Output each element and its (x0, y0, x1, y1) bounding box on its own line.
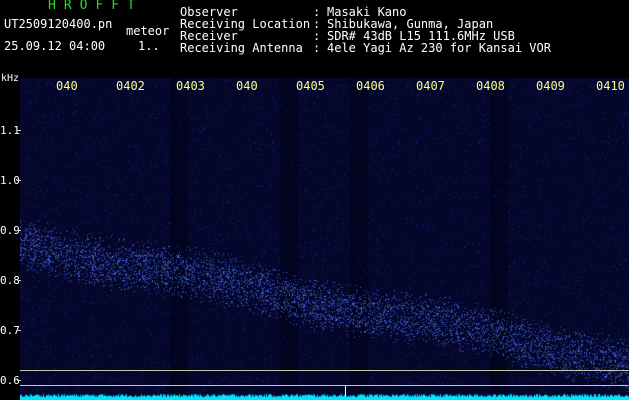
freq-tick-mark (17, 230, 21, 231)
freq-tick-mark (17, 130, 21, 131)
info-separator: : (313, 41, 321, 55)
freq-tick-mark (17, 330, 21, 331)
time-tick: 0408 (476, 79, 505, 93)
freq-tick-mark (17, 180, 21, 181)
datetime-label: 25.09.12 04:00 (4, 39, 106, 53)
time-tick: 0410 (596, 79, 625, 93)
info-value-antenna: 4ele Yagi Az 230 for Kansai VOR (327, 41, 551, 55)
time-tick: 0409 (536, 79, 565, 93)
time-cursor-mark (345, 386, 346, 396)
mode-label: meteor (126, 24, 170, 38)
filename-label: UT2509120400.pn (4, 17, 113, 31)
frame-indicator: 1.. (138, 39, 160, 53)
time-tick: 040 (56, 79, 78, 93)
time-tick: 040 (236, 79, 258, 93)
time-tick: 0403 (176, 79, 205, 93)
info-label-antenna: Receiving Antenna (180, 41, 303, 55)
time-tick: 0406 (356, 79, 385, 93)
freq-tick-mark (17, 280, 21, 281)
frequency-unit-label: kHz (1, 73, 20, 84)
time-tick: 0405 (296, 79, 325, 93)
reference-line (20, 370, 629, 371)
time-tick: 0407 (416, 79, 445, 93)
hrofft-window: HROFFT UT2509120400.pn meteor 25.09.12 0… (0, 0, 629, 400)
app-title: HROFFT (48, 0, 143, 13)
spectrogram-canvas (20, 78, 629, 400)
time-tick: 0402 (116, 79, 145, 93)
reference-line (20, 385, 629, 386)
freq-tick-mark (17, 380, 21, 381)
spectrogram-plot (20, 78, 629, 400)
